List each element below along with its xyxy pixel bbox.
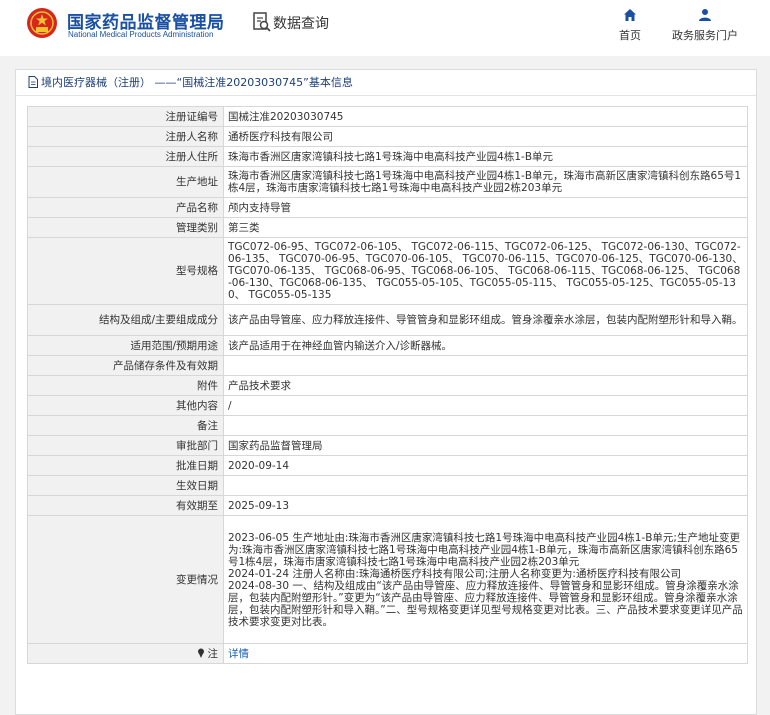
table-row: 产品储存条件及有效期 <box>27 355 748 376</box>
field-value: 该产品适用于在神经血管内输送介入/诊断器械。 <box>223 335 748 356</box>
field-label: 型号规格 <box>27 237 224 305</box>
document-icon <box>28 76 38 88</box>
field-value <box>223 475 748 496</box>
home-icon <box>624 9 636 21</box>
field-label: 批准日期 <box>27 455 224 476</box>
table-row: 审批部门 国家药品监督管理局 <box>27 435 748 456</box>
table-row: 管理类别 第三类 <box>27 217 748 238</box>
field-label: 有效期至 <box>27 495 224 516</box>
data-query-label[interactable]: 数据查询 <box>273 13 329 33</box>
field-value: 珠海市香洲区唐家湾镇科技七路1号珠海中电高科技产业园4栋1-B单元 <box>223 146 748 167</box>
field-value: 2023-06-05 生产地址由:珠海市香洲区唐家湾镇科技七路1号珠海中电高科技… <box>223 515 748 644</box>
table-row: 其他内容 / <box>27 395 748 416</box>
pin-icon <box>197 648 204 658</box>
table-row: 备注 <box>27 415 748 436</box>
nav-home[interactable]: 首页 <box>612 8 648 43</box>
field-value <box>223 355 748 376</box>
field-label: 变更情况 <box>27 515 224 644</box>
site-subtitle: National Medical Products Administration <box>68 30 214 39</box>
table-row: 附件 产品技术要求 <box>27 375 748 396</box>
field-value: 珠海市香洲区唐家湾镇科技七路1号珠海中电高科技产业园4栋1-B单元，珠海市高新区… <box>223 166 748 198</box>
field-label: 结构及组成/主要组成成分 <box>27 304 224 336</box>
table-row: 生效日期 <box>27 475 748 496</box>
detail-link[interactable]: 详情 <box>228 648 249 660</box>
field-value: 产品技术要求 <box>223 375 748 396</box>
table-row: 批准日期 2020-09-14 <box>27 455 748 476</box>
field-value: TGC072-06-95、TGC072-06-105、 TGC072-06-11… <box>223 237 748 305</box>
nav-service-portal[interactable]: 政务服务门户 <box>667 8 743 43</box>
registration-info-table: 注册证编号 国械注准20203030745 注册人名称 通桥医疗科技有限公司 注册人住所… <box>27 106 748 664</box>
field-label: 附件 <box>27 375 224 396</box>
field-value: 第三类 <box>223 217 748 238</box>
field-label: 注册人住所 <box>27 146 224 167</box>
field-label: 其他内容 <box>27 395 224 416</box>
table-row: 生产地址 珠海市香洲区唐家湾镇科技七路1号珠海中电高科技产业园4栋1-B单元，珠海… <box>27 166 748 198</box>
site-header: 国家药品监督管理局 National Medical Products Admi… <box>0 0 770 48</box>
field-value: / <box>223 395 748 416</box>
field-label: 产品储存条件及有效期 <box>27 355 224 376</box>
field-label: 注册人名称 <box>27 126 224 147</box>
table-row: 适用范围/预期用途 该产品适用于在神经血管内输送介入/诊断器械。 <box>27 335 748 356</box>
table-row: 型号规格 TGC072-06-95、TGC072-06-105、 TGC072-0… <box>27 237 748 305</box>
field-value <box>223 415 748 436</box>
table-row: 注册人名称 通桥医疗科技有限公司 <box>27 126 748 147</box>
table-row: 结构及组成/主要组成成分 该产品由导管座、应力释放连接件、导管管身和显影环组成。管… <box>27 304 748 336</box>
note-label: 注 <box>207 647 219 660</box>
field-value: 颅内支持导管 <box>223 197 748 218</box>
table-row: 产品名称 颅内支持导管 <box>27 197 748 218</box>
field-value: 国家药品监督管理局 <box>223 435 748 456</box>
field-value: 通桥医疗科技有限公司 <box>223 126 748 147</box>
table-row: 注册证编号 国械注准20203030745 <box>27 106 748 127</box>
field-label: 产品名称 <box>27 197 224 218</box>
field-label: 生效日期 <box>27 475 224 496</box>
nav-service-portal-label: 政务服务门户 <box>672 29 738 42</box>
breadcrumb: 境内医疗器械（注册） ——“国械注准20203030745”基本信息 <box>16 70 756 96</box>
field-value: 2020-09-14 <box>223 455 748 476</box>
national-emblem-icon <box>27 8 57 38</box>
nav-home-label: 首页 <box>619 29 641 42</box>
breadcrumb-text: 境内医疗器械（注册） ——“国械注准20203030745”基本信息 <box>41 76 353 89</box>
field-label: 管理类别 <box>27 217 224 238</box>
field-label: 适用范围/预期用途 <box>27 335 224 356</box>
table-row-note: 注详情 <box>27 643 748 664</box>
data-query-icon <box>253 12 271 32</box>
field-label: 注册证编号 <box>27 106 224 127</box>
table-row: 变更情况 2023-06-05 生产地址由:珠海市香洲区唐家湾镇科技七路1号珠海中… <box>27 515 748 644</box>
field-value: 该产品由导管座、应力释放连接件、导管管身和显影环组成。管身涂覆亲水涂层，包装内配… <box>223 304 748 336</box>
detail-panel: 境内医疗器械（注册） ——“国械注准20203030745”基本信息 注册证编号… <box>15 69 757 715</box>
user-icon <box>699 9 711 21</box>
field-label: 审批部门 <box>27 435 224 456</box>
table-row: 有效期至 2025-09-13 <box>27 495 748 516</box>
field-label: 生产地址 <box>27 166 224 198</box>
table-row: 注册人住所 珠海市香洲区唐家湾镇科技七路1号珠海中电高科技产业园4栋1-B单元 <box>27 146 748 167</box>
field-label: 注 <box>27 643 224 664</box>
field-label: 备注 <box>27 415 224 436</box>
field-value: 2025-09-13 <box>223 495 748 516</box>
field-value: 国械注准20203030745 <box>223 106 748 127</box>
